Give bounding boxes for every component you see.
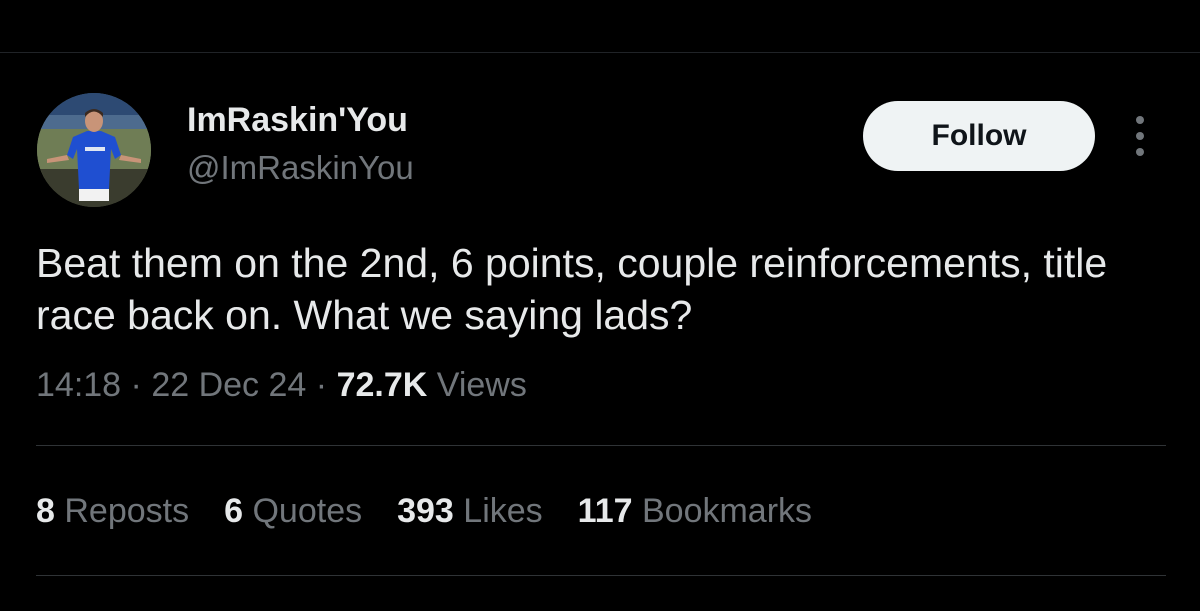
- author-display-name[interactable]: ImRaskin'You: [187, 101, 408, 140]
- tweet-meta: 14:18 · 22 Dec 24 · 72.7K Views: [36, 366, 527, 405]
- top-divider: [0, 52, 1200, 53]
- meta-separator: ·: [315, 366, 328, 404]
- tweet-text: Beat them on the 2nd, 6 points, couple r…: [36, 240, 1108, 338]
- bookmarks-label: Bookmarks: [641, 492, 813, 530]
- views-count: 72.7K: [336, 366, 428, 404]
- follow-button[interactable]: Follow: [863, 101, 1095, 171]
- reposts-count: 8: [36, 492, 55, 530]
- avatar[interactable]: [37, 93, 151, 207]
- tweet-date[interactable]: 22 Dec 24: [151, 366, 306, 404]
- reposts-stat[interactable]: 8 Reposts: [36, 492, 189, 531]
- tweet-time[interactable]: 14:18: [36, 366, 121, 404]
- more-vertical-icon: [1136, 116, 1144, 156]
- stats-bottom-divider: [36, 575, 1166, 576]
- likes-count: 393: [397, 492, 454, 530]
- engagement-stats: 8 Reposts 6 Quotes 393 Likes 117 Bookmar…: [36, 492, 847, 531]
- reposts-label: Reposts: [64, 492, 190, 530]
- quotes-label: Quotes: [252, 492, 363, 530]
- more-options-button[interactable]: [1122, 112, 1158, 160]
- meta-separator: ·: [130, 366, 142, 404]
- stats-top-divider: [36, 445, 1166, 446]
- bookmarks-count: 117: [577, 492, 633, 530]
- likes-stat[interactable]: 393 Likes: [397, 492, 543, 531]
- likes-label: Likes: [463, 492, 543, 530]
- quotes-stat[interactable]: 6 Quotes: [224, 492, 362, 531]
- avatar-photo-icon: [37, 93, 151, 207]
- bookmarks-stat[interactable]: 117 Bookmarks: [578, 492, 812, 531]
- author-handle[interactable]: @ImRaskinYou: [187, 149, 414, 187]
- quotes-count: 6: [224, 492, 244, 530]
- views-label: Views: [436, 366, 527, 404]
